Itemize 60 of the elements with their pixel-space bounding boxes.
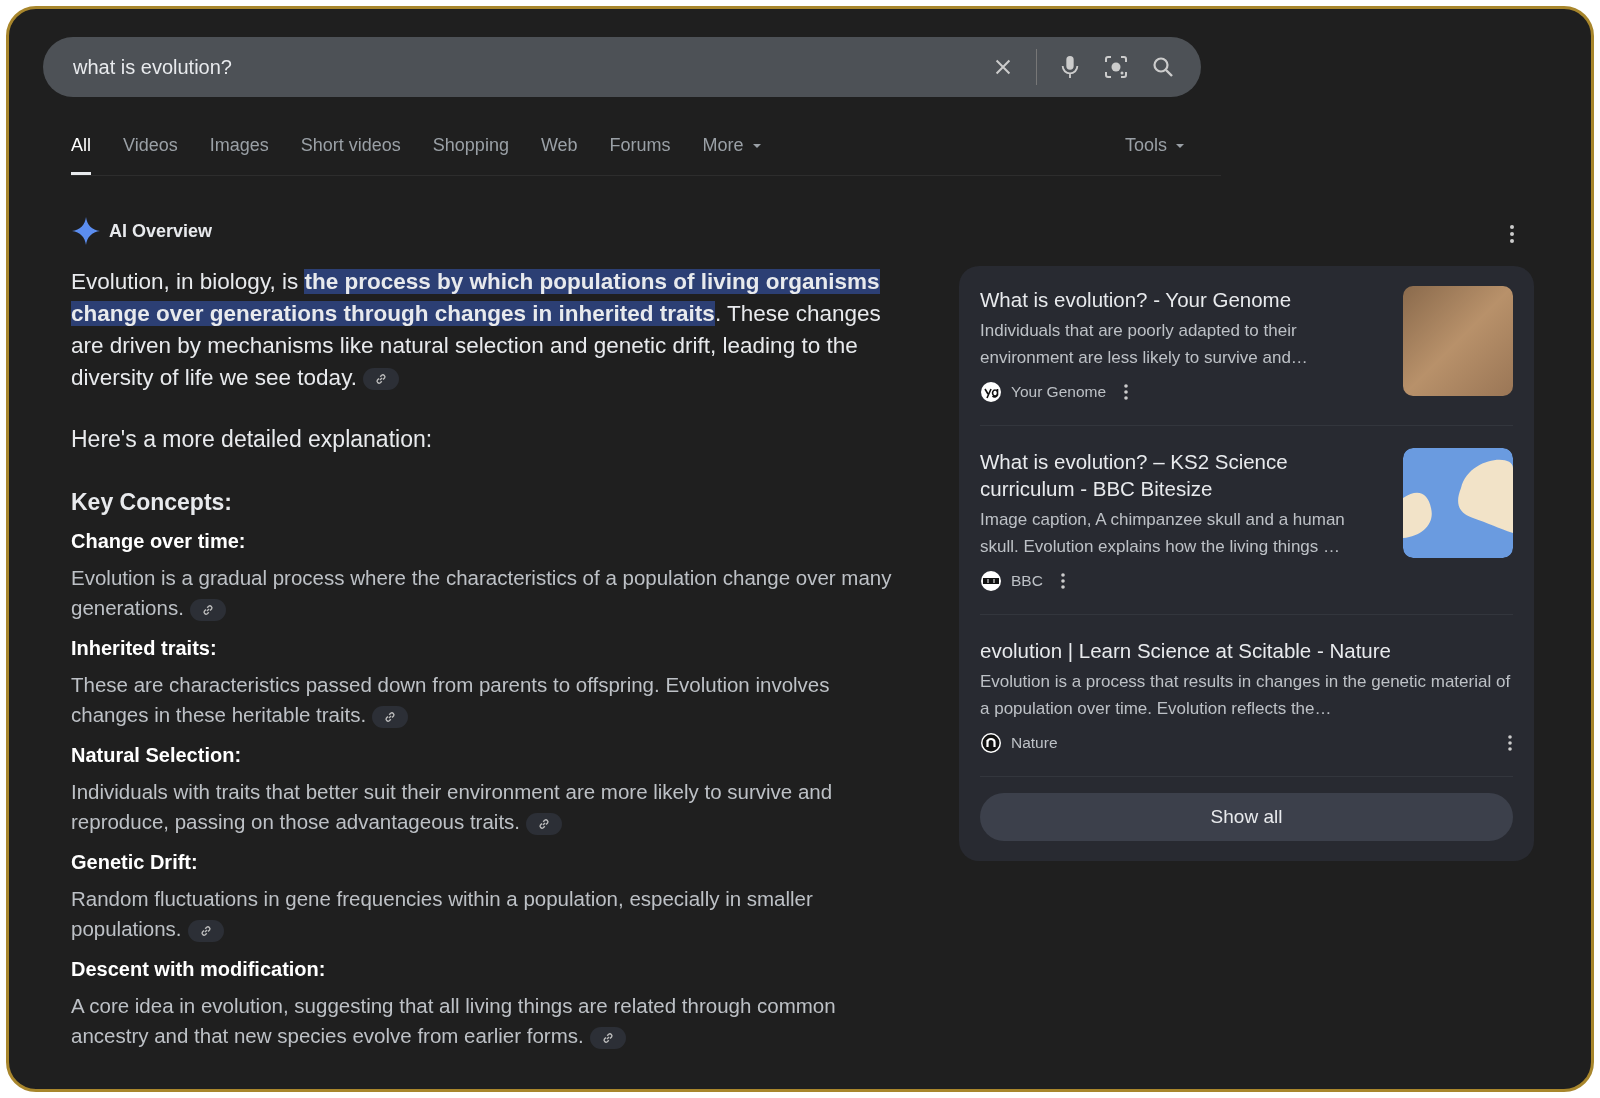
caret-icon bbox=[751, 142, 762, 149]
search-tab[interactable]: Images bbox=[209, 135, 269, 175]
more-options-icon[interactable] bbox=[1509, 224, 1515, 244]
more-options-icon[interactable] bbox=[1123, 383, 1130, 401]
source-link-button[interactable] bbox=[526, 812, 563, 835]
camera-lens-icon[interactable] bbox=[1103, 54, 1129, 80]
more-options-icon[interactable] bbox=[1507, 734, 1513, 752]
link-icon bbox=[383, 709, 398, 724]
ai-overview-title: AI Overview bbox=[109, 220, 213, 242]
source-link-button[interactable] bbox=[189, 598, 226, 621]
concept-title: Inherited traits: bbox=[71, 637, 218, 660]
source-snippet: Image caption, A chimpanzee skull and a human skull. Evolution explains how the living things … bbox=[980, 509, 1346, 558]
search-tab[interactable]: More bbox=[702, 135, 762, 175]
search-field[interactable]: what is evolution? bbox=[43, 37, 1201, 97]
concept-text: Random fluctuations in gene frequencies within a population, especially in smaller populations. bbox=[71, 886, 814, 944]
source-snippet: Individuals that are poorly adapted to their environment are less likely to survive and… bbox=[980, 320, 1309, 369]
source-link-button[interactable] bbox=[362, 368, 399, 391]
search-tab[interactable]: Short videos bbox=[300, 135, 401, 175]
source-link-button[interactable] bbox=[187, 919, 224, 942]
link-icon bbox=[373, 372, 388, 387]
source-title-link[interactable]: What is evolution? – KS2 Science curriculum - BBC Bitesize bbox=[980, 448, 1387, 502]
link-icon bbox=[600, 1030, 615, 1045]
concept-text: Evolution is a gradual process where the characteristics of a population change over many generations. bbox=[71, 565, 893, 623]
source-link-button[interactable] bbox=[372, 705, 409, 728]
site-logo-icon bbox=[980, 381, 1002, 403]
concept-title: Change over time: bbox=[71, 530, 247, 553]
concept-title: Natural Selection: bbox=[71, 744, 243, 767]
link-icon bbox=[198, 923, 213, 938]
concept-text: Individuals with traits that better suit their environment are more likely to survive and reproduce, passing on those advantageous traits. bbox=[71, 779, 834, 837]
source-title-link[interactable]: evolution | Learn Science at Scitable - Nature bbox=[980, 637, 1513, 664]
site-name: Your Genome bbox=[1011, 383, 1107, 401]
sparkle-icon bbox=[71, 216, 101, 246]
source-snippet: Evolution is a process that results in changes in the genetic material of a population over time. Evolution reflects the… bbox=[980, 671, 1512, 720]
concept-title: Descent with modification: bbox=[71, 958, 327, 981]
search-icon[interactable] bbox=[1151, 55, 1175, 79]
search-tab[interactable]: All bbox=[71, 135, 91, 175]
tools-dropdown[interactable]: Tools bbox=[1124, 135, 1185, 175]
overview-paragraph: Evolution, in biology, is the process by which populations of living organisms change over generations through changes in inherited traits. These changes are driven by mechanisms like natural selection and genetic drift, leading to the diversity of life we see today. bbox=[71, 268, 882, 393]
concept-text: A core idea in evolution, suggesting that all living things are related through common ancestry and that new species evolve from earlier forms. bbox=[71, 993, 837, 1051]
microphone-icon[interactable] bbox=[1059, 54, 1081, 80]
search-tab[interactable]: Videos bbox=[123, 135, 178, 175]
site-name: BBC bbox=[1011, 572, 1043, 590]
search-input[interactable]: what is evolution? bbox=[71, 54, 970, 80]
site-logo-icon bbox=[980, 570, 1002, 592]
link-icon bbox=[200, 602, 215, 617]
link-icon bbox=[537, 816, 552, 831]
search-tab[interactable]: Shopping bbox=[432, 135, 509, 175]
search-tab[interactable]: Forums bbox=[609, 135, 671, 175]
site-name: Nature bbox=[1011, 734, 1058, 752]
source-title-link[interactable]: What is evolution? - Your Genome bbox=[980, 286, 1387, 313]
caret-icon bbox=[1175, 142, 1185, 149]
key-concepts-heading: Key Concepts: bbox=[71, 489, 234, 516]
more-options-icon[interactable] bbox=[1059, 572, 1066, 590]
site-logo-icon bbox=[980, 732, 1002, 754]
concept-text: These are characteristics passed down from parents to offspring. Evolution involves changes in these heritable traits. bbox=[71, 672, 831, 730]
source-link-button[interactable] bbox=[589, 1026, 626, 1049]
show-all-button[interactable]: Show all bbox=[980, 793, 1513, 841]
concept-title: Genetic Drift: bbox=[71, 851, 199, 874]
explanation-intro: Here's a more detailed explanation: bbox=[71, 426, 434, 453]
search-tab[interactable]: Web bbox=[540, 135, 578, 175]
